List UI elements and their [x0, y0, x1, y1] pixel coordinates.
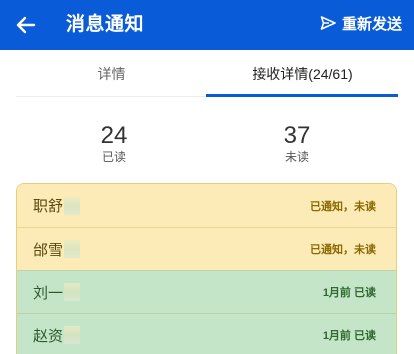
active-tab-indicator [206, 94, 398, 97]
recipient-name: 刘一 [33, 284, 64, 302]
recipient-name: 职舒 [33, 198, 64, 215]
recipient-status: 已通知，未读 [310, 200, 376, 213]
resend-label: 重新发送 [341, 16, 402, 33]
page-title: 消息通知 [66, 14, 145, 35]
send-icon [320, 15, 336, 36]
recipient-list: 职舒 已通知，未读 邰雪 已通知，未读 刘一 1月前 已读 赵资 1月前 已读 [16, 183, 397, 354]
read-stat: 24 已读 [54, 122, 174, 164]
list-item[interactable]: 邰雪 已通知，未读 [17, 227, 396, 270]
recipient-status: 1月前 已读 [322, 330, 376, 342]
redaction-mask [64, 196, 81, 215]
unread-label: 未读 [284, 150, 309, 164]
recipient-status: 1月前 已读 [322, 287, 376, 299]
redaction-mask [64, 283, 81, 301]
resend-button[interactable]: 重新发送 [320, 14, 402, 36]
tab-bar: 详情 接收详情(24/61) [16, 50, 398, 97]
recipient-name: 赵资 [33, 327, 64, 345]
redaction-mask [64, 326, 81, 344]
redaction-mask [64, 240, 81, 258]
list-item[interactable]: 刘一 1月前 已读 [17, 270, 396, 313]
tab-receipt-details[interactable]: 接收详情(24/61) [207, 50, 398, 97]
recipient-name: 邰雪 [33, 241, 64, 259]
app-bar: 消息通知 重新发送 [0, 0, 414, 50]
unread-stat: 37 未读 [237, 122, 357, 164]
back-arrow-icon[interactable] [14, 13, 38, 37]
read-label: 已读 [101, 150, 126, 164]
tab-details[interactable]: 详情 [16, 50, 207, 97]
unread-count: 37 [283, 122, 311, 149]
read-count: 24 [100, 122, 128, 149]
list-item[interactable]: 赵资 1月前 已读 [17, 313, 396, 354]
list-item[interactable]: 职舒 已通知，未读 [17, 184, 396, 227]
recipient-status: 已通知，未读 [310, 244, 376, 256]
